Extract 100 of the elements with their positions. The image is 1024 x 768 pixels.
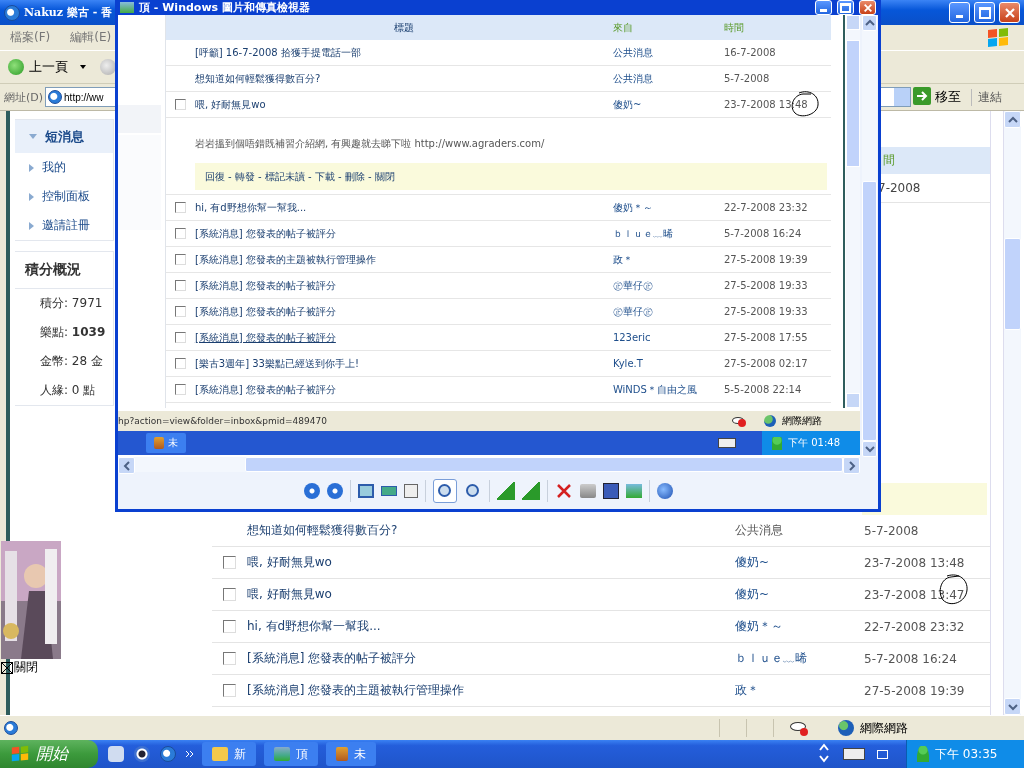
message-subject[interactable]: 喂, 好耐無見wo — [247, 554, 735, 571]
taskbar-button[interactable]: 頂 — [264, 742, 318, 766]
message-subject[interactable]: [呼籲] 16-7-2008 拾獲手提電話一部 — [194, 45, 613, 60]
sender-name[interactable]: ｂｌｕｅ﹏晞 — [612, 226, 724, 241]
message-subject[interactable]: [系統消息] 您發表的帖子被評分 — [247, 650, 735, 667]
sender-name[interactable]: 公共消息 — [735, 522, 864, 539]
message-subject[interactable]: [系統消息] 您發表的帖子被評分 — [194, 330, 613, 345]
browser-icon[interactable] — [160, 746, 176, 762]
sender-name[interactable]: 123eric — [612, 332, 724, 343]
taskbar-button[interactable]: 新 — [202, 742, 256, 766]
sidebar-item[interactable]: 我的 — [15, 153, 113, 182]
checkbox[interactable] — [174, 358, 186, 369]
message-actions[interactable]: 回復 - 轉發 - 標記未讀 - 下載 - 刪除 - 關閉 — [194, 163, 828, 190]
menu-item[interactable]: 編輯(E) — [70, 29, 112, 46]
browser-icon — [4, 4, 20, 21]
message-body: 岩岩搵到個唔錯既補習介紹網, 有興趣就去睇下啦 http://www.agraders.com/ — [194, 137, 546, 151]
message-subject[interactable]: [系統消息] 您發表的帖子被評分 — [194, 278, 613, 293]
clock: 下午 03:35 — [935, 745, 998, 763]
checkbox[interactable] — [223, 588, 236, 601]
sender-name[interactable]: 公共消息 — [612, 71, 724, 86]
message-time: 27-5-2008 17:55 — [723, 332, 808, 343]
message-subject[interactable]: 想知道如何輕鬆獲得數百分? — [247, 522, 735, 539]
sidebar-item[interactable]: 短消息 — [15, 120, 113, 153]
checkbox[interactable] — [174, 280, 186, 291]
keyboard-icon[interactable] — [843, 748, 865, 760]
sender-name[interactable]: 傻奶~ — [735, 554, 864, 571]
points-line: 金幣: 28 金 — [39, 353, 104, 370]
sender-name[interactable]: ㊣華仔㊣ — [612, 304, 724, 319]
message-time: 16-7-2008 — [723, 47, 776, 58]
close-icon[interactable] — [1, 661, 13, 674]
start-button[interactable]: 開始 — [0, 740, 98, 768]
message-subject[interactable]: [系統消息] 您發表的帖子被評分 — [194, 304, 613, 319]
sidebar-item[interactable]: 控制面板 — [15, 182, 113, 211]
forward-button[interactable] — [100, 59, 116, 75]
checkbox[interactable] — [174, 228, 186, 239]
zone-label: 網際網路 — [860, 719, 908, 737]
scrollbar[interactable] — [862, 15, 877, 457]
window-title: Nakuz 樂古 - 香 — [24, 5, 113, 20]
globe-icon — [838, 720, 854, 736]
message-subject[interactable]: [樂古3週年] 33樂點已經送到你手上! — [194, 356, 613, 371]
checkbox[interactable] — [174, 202, 186, 213]
windows-logo-icon[interactable] — [10, 745, 30, 763]
sender-name[interactable]: ㊣華仔㊣ — [612, 278, 724, 293]
restore-icon[interactable] — [877, 749, 888, 759]
panel-title: 積分概況 — [15, 252, 113, 289]
checkbox[interactable] — [223, 652, 236, 665]
links-button[interactable]: 連結 — [971, 88, 1003, 106]
taskbar-button[interactable]: 未 — [326, 742, 376, 766]
message-subject[interactable]: [系統消息] 您發表的帖子被評分 — [194, 382, 613, 397]
checkbox[interactable] — [174, 306, 186, 317]
message-subject[interactable]: 喂, 好耐無見wo — [247, 586, 735, 603]
sender-name[interactable]: ｂｌｕｅ﹏晞 — [735, 650, 864, 667]
checkbox[interactable] — [174, 384, 186, 395]
sender-name[interactable]: Kyle.T — [612, 358, 724, 369]
sender-name[interactable]: 傻奶＊～ — [735, 618, 864, 635]
sender-name[interactable]: 傻奶~ — [735, 586, 864, 603]
taskbar-button[interactable]: 未 — [146, 433, 186, 453]
sender-name[interactable]: 傻奶~ — [612, 97, 724, 112]
panel-background — [118, 105, 161, 133]
caret-icon[interactable] — [80, 65, 86, 69]
sender-name[interactable]: 公共消息 — [612, 45, 724, 60]
restore-button[interactable] — [974, 2, 995, 23]
scrollbar[interactable] — [118, 457, 860, 472]
minimize-button[interactable] — [815, 0, 832, 15]
checkbox[interactable] — [223, 684, 236, 697]
go-button[interactable]: 移至 — [913, 86, 962, 108]
menu-item[interactable]: 檔案(F) — [10, 29, 51, 46]
delete-icon[interactable] — [554, 481, 573, 500]
message-subject[interactable]: [系統消息] 您發表的帖子被評分 — [194, 226, 613, 241]
message-subject[interactable]: hi, 有d野想你幫一幫我... — [247, 618, 735, 635]
message-subject[interactable]: hi, 有d野想你幫一幫我... — [194, 200, 613, 215]
checkbox[interactable] — [223, 556, 236, 569]
message-time: 5-7-2008 — [723, 73, 770, 84]
sender-name[interactable]: 政＊ — [735, 682, 864, 699]
zone-label: 網際網路 — [782, 414, 822, 428]
back-button[interactable]: 上一頁 — [8, 58, 68, 76]
checkbox[interactable] — [223, 620, 236, 633]
message-subject[interactable]: 想知道如何輕鬆獲得數百分? — [194, 71, 613, 86]
message-time: 27-5-2008 19:39 — [723, 254, 808, 265]
maximize-button[interactable] — [837, 0, 854, 15]
minimize-button[interactable] — [949, 2, 970, 23]
sidebar-item[interactable]: 邀請註冊 — [15, 211, 113, 240]
message-subject[interactable]: [系統消息] 您發表的主題被執行管理操作 — [194, 252, 613, 267]
checkbox[interactable] — [174, 99, 186, 110]
media-player-icon[interactable] — [134, 746, 150, 762]
checkbox[interactable] — [174, 332, 186, 343]
message-time: 27-5-2008 02:17 — [723, 358, 808, 369]
close-link[interactable]: 關閉 — [14, 659, 38, 676]
message-subject[interactable]: [系統消息] 您發表的主題被執行管理操作 — [247, 682, 735, 699]
points-line: 人緣: 0 點 — [39, 382, 97, 399]
person-icon — [772, 436, 782, 450]
message-time: 27-5-2008 19:33 — [723, 306, 808, 317]
sender-name[interactable]: 政＊ — [612, 252, 724, 267]
page-icon — [48, 90, 63, 104]
sender-name[interactable]: WiNDS＊自由之風 — [612, 382, 724, 397]
clock: 下午 01:48 — [788, 436, 840, 450]
sender-name[interactable]: 傻奶＊～ — [612, 200, 724, 215]
checkbox[interactable] — [174, 254, 186, 265]
message-subject[interactable]: 喂, 好耐無見wo — [194, 97, 613, 112]
scrollbar[interactable] — [1003, 111, 1021, 715]
